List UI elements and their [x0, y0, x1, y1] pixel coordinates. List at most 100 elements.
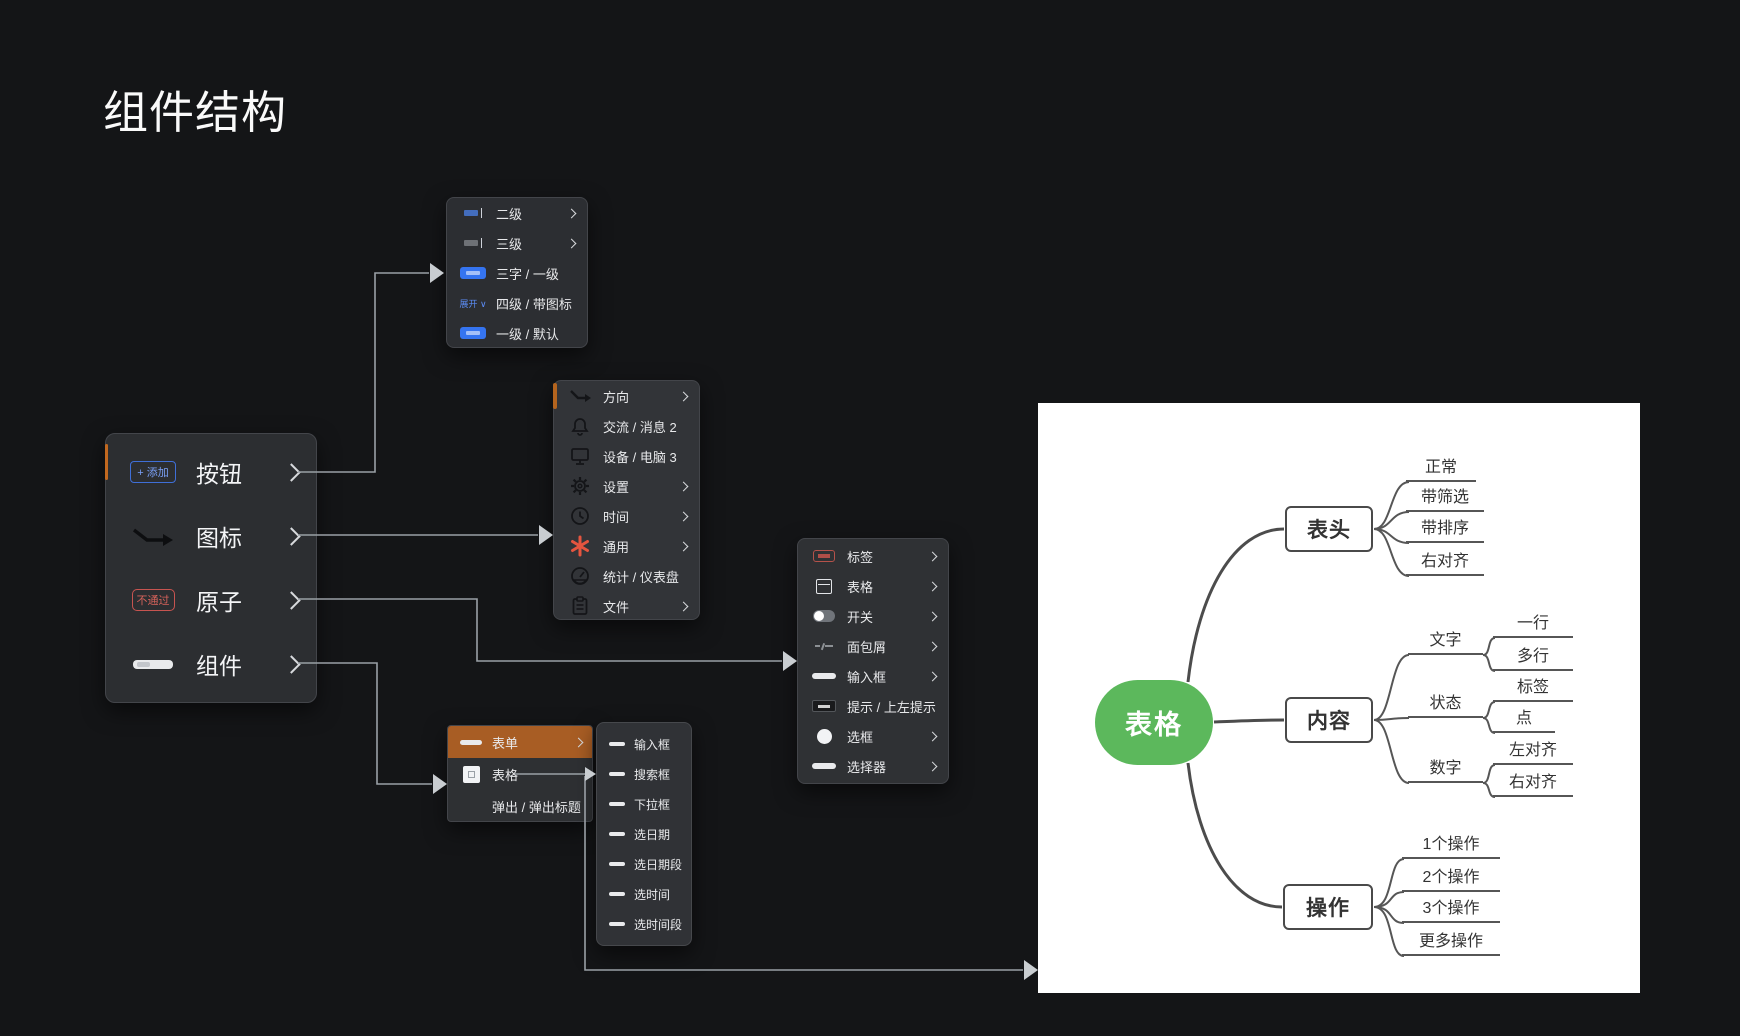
menu-item-devices[interactable]: 设备 / 电脑 3 [554, 441, 699, 471]
mindmap-node-content: 内容 [1285, 697, 1373, 743]
menu-item-label: 原子 [196, 583, 242, 617]
menu-item-atom[interactable]: 不通过 原子 [106, 568, 316, 632]
menu-item-date-picker[interactable]: 选日期 [597, 819, 691, 849]
menu-item-search-field[interactable]: 搜索框 [597, 759, 691, 789]
menu-item-selector[interactable]: 选择器 [798, 751, 948, 781]
menu-item-input[interactable]: 输入框 [798, 661, 948, 691]
menu-item-level1-default[interactable]: 一级 / 默认 [447, 318, 587, 348]
menu-item-label: 提示 / 上左提示 [847, 697, 936, 716]
menu-item-table[interactable]: 表格 [798, 571, 948, 601]
menu-item-settings[interactable]: 设置 [554, 471, 699, 501]
menu-item-form[interactable]: 表单 [448, 726, 592, 758]
chevron-right-icon [679, 541, 689, 551]
menu-item-label: 设置 [603, 477, 680, 496]
input-bar-icon [608, 742, 626, 746]
bell-icon [566, 416, 594, 436]
menu-item-popup[interactable]: 弹出 / 弹出标题 [448, 790, 592, 822]
menu-item-label: 表格 [847, 577, 929, 596]
orange-accent-bar [553, 383, 557, 409]
menu-item-general[interactable]: 通用 [554, 531, 699, 561]
menu-item-tag[interactable]: 标签 [798, 541, 948, 571]
menu-item-label: 交流 / 消息 2 [603, 417, 687, 436]
menu-item-label: 设备 / 电脑 3 [603, 447, 687, 466]
arrowhead-to-bottom-menu [433, 774, 447, 794]
chevron-right-icon [282, 463, 300, 481]
menu-item-table-group[interactable]: 表格 [448, 758, 592, 790]
menu-item-breadcrumb[interactable]: 面包屑 [798, 631, 948, 661]
blue-button-chip [459, 267, 487, 279]
menu-item-messages[interactable]: 交流 / 消息 2 [554, 411, 699, 441]
menu-item-label: 表单 [492, 733, 575, 752]
chevron-right-icon [928, 581, 938, 591]
asterisk-icon [566, 535, 594, 557]
menu-item-checkbox[interactable]: 选框 [798, 721, 948, 751]
mindmap-subnode: 文字 [1408, 631, 1483, 655]
tag-badge-icon [810, 550, 838, 562]
menu-item-input-field[interactable]: 输入框 [597, 729, 691, 759]
menu-item-time[interactable]: 时间 [554, 501, 699, 531]
menu-item-time-range-picker[interactable]: 选时间段 [597, 909, 691, 939]
menu-item-label: 统计 / 仪表盘 [603, 567, 687, 586]
chevron-right-icon [282, 591, 300, 609]
menu-item-level3[interactable]: 三级 [447, 228, 587, 258]
mindmap-leaf: 3个操作 [1402, 899, 1500, 923]
menu-item-level2[interactable]: 二级 [447, 198, 587, 228]
menu-item-label: 四级 / 带图标 [496, 294, 575, 313]
menu-item-tooltip[interactable]: 提示 / 上左提示 [798, 691, 948, 721]
input-bar-icon [608, 772, 626, 776]
mindmap-leaf: 右对齐 [1493, 773, 1573, 797]
chevron-right-icon [574, 737, 584, 747]
arrowhead-to-top-menu [430, 263, 444, 283]
text-button-chip [459, 208, 487, 218]
menu-item-direction[interactable]: 方向 [554, 381, 699, 411]
menu-item-label: 开关 [847, 607, 929, 626]
gray-button-chip [459, 238, 487, 248]
gauge-icon [566, 566, 594, 586]
menu-item-level4[interactable]: 展开 ∨ 四级 / 带图标 [447, 288, 587, 318]
chevron-right-icon [282, 655, 300, 673]
chevron-right-icon [928, 671, 938, 681]
gear-icon [566, 476, 594, 496]
arrow-icon [566, 388, 594, 404]
menu-item-time-picker[interactable]: 选时间 [597, 879, 691, 909]
input-bar-icon [608, 922, 626, 926]
menu-item-label: 图标 [196, 519, 242, 553]
menu-item-dropdown-field[interactable]: 下拉框 [597, 789, 691, 819]
component-group-menu: 表单 表格 弹出 / 弹出标题 [447, 725, 593, 822]
mindmap-leaf: 右对齐 [1406, 552, 1484, 576]
arrow-icon [124, 526, 182, 546]
square-icon [458, 766, 484, 783]
menu-item-switch[interactable]: 开关 [798, 601, 948, 631]
menu-item-button[interactable]: + 添加 按钮 [106, 440, 316, 504]
main-component-menu: + 添加 按钮 图标 不通过 原子 组件 [105, 433, 317, 703]
menu-item-statistics[interactable]: 统计 / 仪表盘 [554, 561, 699, 591]
input-bar-icon [124, 660, 182, 669]
chevron-right-icon [282, 527, 300, 545]
page-title: 组件结构 [103, 76, 287, 141]
mindmap-leaf: 带排序 [1406, 519, 1484, 543]
arrowhead-to-middle-menu [539, 525, 553, 545]
menu-item-three-char[interactable]: 三字 / 一级 [447, 258, 587, 288]
input-bar-icon [458, 740, 484, 745]
menu-item-files[interactable]: 文件 [554, 591, 699, 621]
mindmap-leaf: 正常 [1406, 458, 1476, 482]
mindmap-root-table: 表格 [1095, 680, 1213, 765]
menu-item-label: 选日期 [634, 826, 680, 843]
input-bar-icon [608, 862, 626, 866]
chevron-right-icon [928, 761, 938, 771]
file-icon [566, 596, 594, 616]
menu-item-label: 选框 [847, 727, 929, 746]
menu-item-component[interactable]: 组件 [106, 632, 316, 696]
input-bar-icon [810, 673, 838, 679]
chevron-right-icon [928, 551, 938, 561]
canvas: 组件结构 + 添加 按钮 [0, 0, 1740, 1036]
chevron-right-icon [679, 481, 689, 491]
menu-item-label: 输入框 [634, 736, 680, 753]
menu-item-icon[interactable]: 图标 [106, 504, 316, 568]
menu-item-date-range-picker[interactable]: 选日期段 [597, 849, 691, 879]
mindmap-node-actions: 操作 [1283, 884, 1373, 930]
mindmap-leaf: 2个操作 [1402, 868, 1500, 892]
menu-item-label: 选择器 [847, 757, 929, 776]
menu-item-label: 表格 [492, 765, 582, 784]
select-bar-icon [810, 763, 838, 769]
